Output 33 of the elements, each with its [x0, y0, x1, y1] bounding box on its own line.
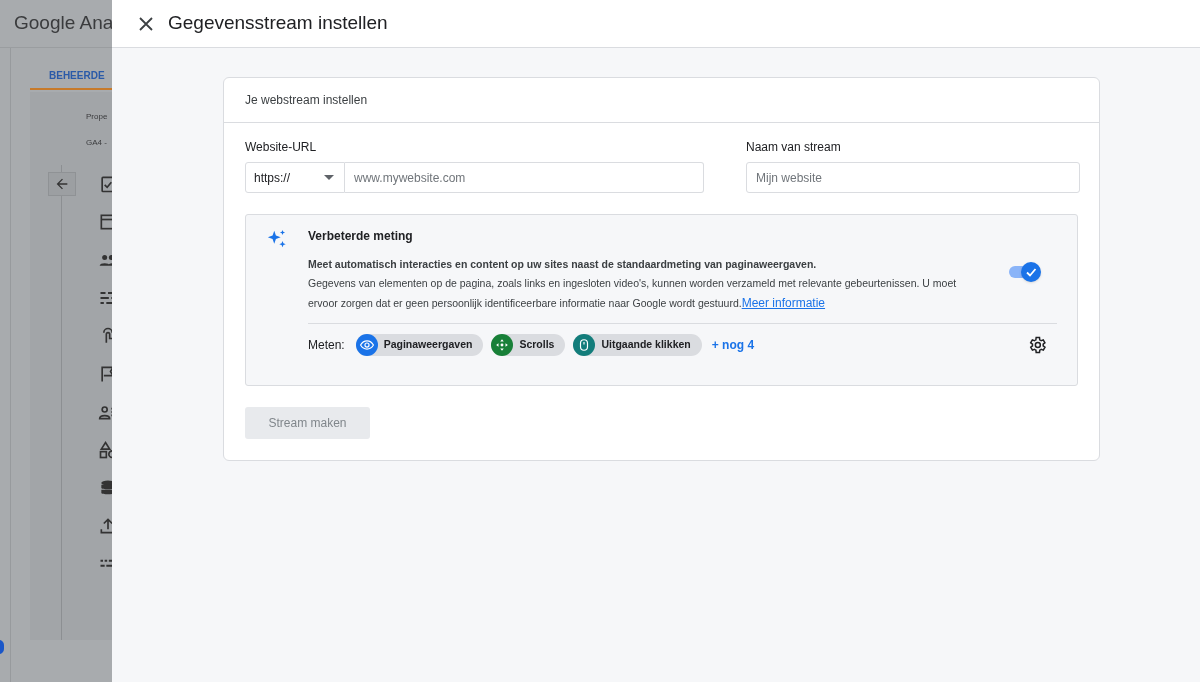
section-title: Verbeterde meting [308, 228, 414, 244]
shapes-icon[interactable] [98, 440, 112, 460]
card-heading: Je webstream instellen [245, 92, 368, 109]
property-selector[interactable]: GA4 - [86, 137, 107, 149]
dropdown-caret-icon [324, 175, 334, 180]
upload-icon[interactable] [98, 516, 112, 536]
learn-more-link[interactable]: Meer informatie [741, 296, 826, 310]
measure-label: Meten: [308, 337, 345, 354]
close-icon [138, 15, 154, 32]
back-arrow-icon [54, 176, 70, 192]
settings-button[interactable] [1027, 335, 1047, 355]
description-summary: Meet automatisch interacties en content op uw sites naast de standaardmeting van paginaweergaven. [308, 257, 818, 272]
property-label: Prope [86, 111, 108, 123]
admin-tab[interactable]: BEHEERDE [49, 70, 105, 81]
field-label: Website-URL [245, 139, 318, 156]
protocol-dropdown[interactable]: https:// [245, 162, 345, 193]
close-button[interactable] [138, 15, 154, 32]
measurement-chip: Scrolls [491, 334, 566, 356]
settings-icon [1027, 335, 1047, 355]
stream-name-input-field[interactable]: Mijn website [746, 162, 1080, 193]
check-icon [1025, 266, 1037, 278]
toggle-switch[interactable] [1009, 262, 1041, 282]
measurement-chip: Paginaweergaven [355, 334, 484, 356]
dialog-title: Gegevensstream instellen [168, 11, 388, 36]
layout-icon[interactable] [98, 212, 112, 232]
back-button[interactable] [48, 172, 76, 196]
url-input-field[interactable]: www.mywebsite.com [345, 162, 704, 193]
field-label: Naam van stream [746, 139, 842, 156]
flag-icon[interactable] [98, 364, 112, 384]
more-link[interactable]: + nog 4 [711, 336, 755, 354]
measurement-chip: Uitgaande klikken [573, 334, 702, 356]
description: Gegevens van elementen op de pagina, zoals links en ingesloten video's, kunnen worden verzameld met relevante gebeurtenissen. U moet ervoor zorgen dat er geen persoonlijk identificeerbare informatie naar Google wordt gestuurd.Meer informatie [308, 276, 958, 312]
clipboard-check-icon[interactable] [98, 174, 112, 194]
